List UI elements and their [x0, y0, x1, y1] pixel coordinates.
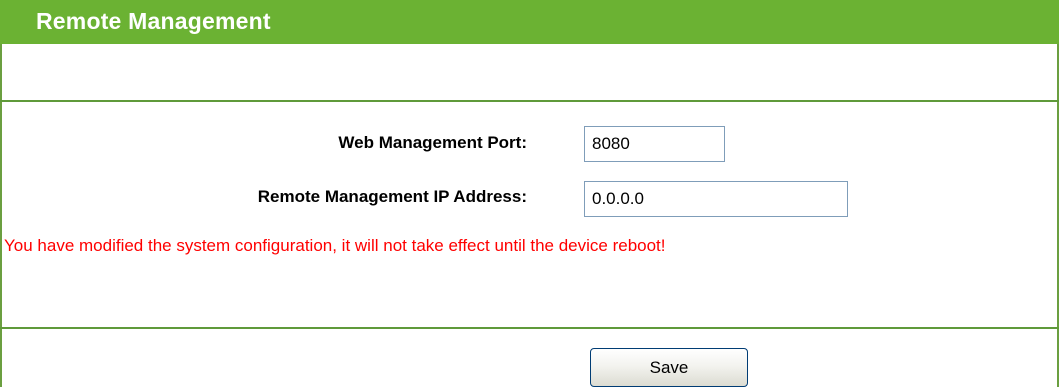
divider-bottom — [0, 327, 1059, 329]
reboot-warning-message: You have modified the system configurati… — [4, 236, 666, 255]
save-button[interactable]: Save — [590, 348, 748, 387]
remote-management-ip-label: Remote Management IP Address: — [257, 187, 527, 206]
remote-management-ip-input[interactable] — [584, 181, 848, 217]
header-bar: Remote Management — [0, 0, 1059, 44]
web-management-port-input[interactable] — [584, 126, 725, 162]
web-management-port-label: Web Management Port: — [338, 133, 527, 152]
page-title: Remote Management — [36, 8, 271, 34]
divider-top — [0, 100, 1059, 102]
